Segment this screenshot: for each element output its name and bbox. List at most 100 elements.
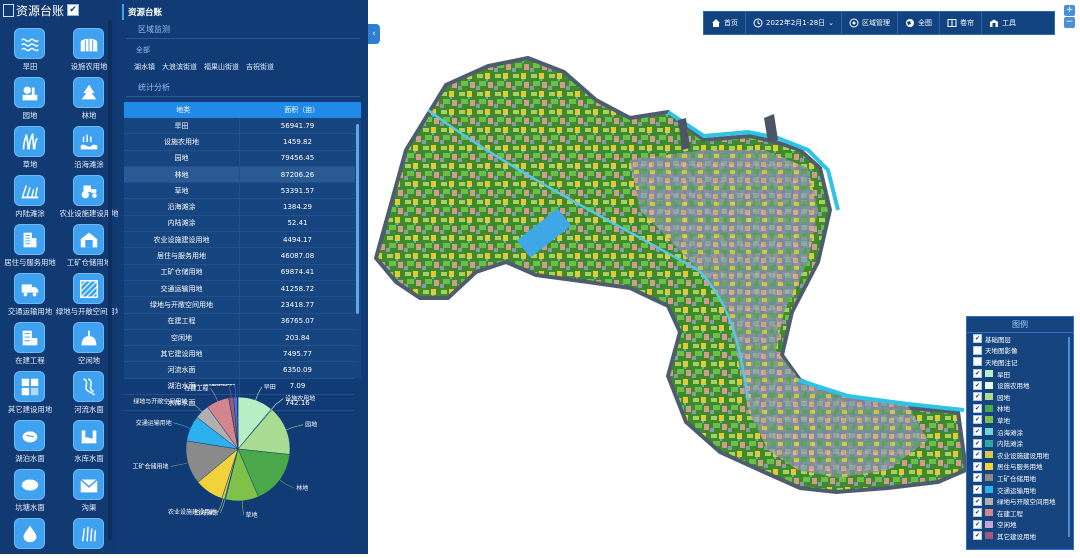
legend-item[interactable]: ✔园地 [967,391,1073,403]
legend-checkbox[interactable]: ✔ [973,404,982,413]
select-all-checkbox[interactable]: ✔ [67,4,79,16]
table-row[interactable]: 其它建设用地7495.77 [124,346,355,362]
legend-item[interactable]: ✔ 沿海滩涂 [967,426,1073,438]
legend-checkbox[interactable]: ✔ [973,508,982,517]
pie-slice-label: 工矿仓储用地 [132,462,168,470]
panel-title: 资源台账 [122,4,368,20]
toolbar-tools-button[interactable]: 工具 [982,12,1023,34]
legend-item[interactable]: ✔在建工程 [967,507,1073,519]
home-icon [711,18,721,28]
legend-checkbox[interactable]: ✔ [973,369,982,378]
table-scrollbar[interactable] [356,124,359,314]
legend-item[interactable]: ✔林地 [967,403,1073,415]
legend-item[interactable]: ✔设施农用地 [967,379,1073,391]
category-item[interactable]: 内陆滩涂 [0,175,59,224]
table-row[interactable]: 工矿仓储用地69874.41 [124,265,355,281]
forest-icon [78,82,100,104]
zoom-out-button[interactable]: − [1064,17,1075,28]
table-row[interactable]: 林地87206.26 [124,167,355,183]
category-item[interactable]: 交通运输用地 [0,273,59,322]
legend-label: 天地图注记 [985,357,1018,367]
table-row[interactable]: 空闲地203.84 [124,330,355,346]
toolbar-date-picker[interactable]: 2022年2月1-28日 ⌄ [746,12,842,34]
street-item[interactable]: 湖水镇 [134,62,155,72]
legend-item[interactable]: ✔旱田 [967,368,1073,380]
legend-label: 沿海滩涂 [997,427,1023,437]
table-row[interactable]: 居住与服务用地46087.08 [124,248,355,264]
icon-panel-scrollbar[interactable] [108,20,112,540]
toolbar-swipe-button[interactable]: 卷帘 [940,12,982,34]
scope-all-button[interactable]: 全部 [136,45,368,55]
category-item[interactable]: 其它建设用地 [0,371,59,420]
stats-section-title: 统计分析 [126,78,360,97]
table-row[interactable]: 绿地与开敞空间用地23418.77 [124,297,355,313]
toolbar-fullmap-button[interactable]: 全图 [898,12,940,34]
legend-item[interactable]: 天地图影像 [967,345,1073,357]
table-row[interactable]: 在建工程36765.07 [124,314,355,330]
category-item[interactable] [0,518,59,554]
legend-item[interactable]: ✔绿地与开敞空间用地 [967,495,1073,507]
table-row[interactable]: 园地79456.45 [124,151,355,167]
street-item[interactable]: 大浪滨街道 [162,62,197,72]
legend-checkbox[interactable] [973,357,982,366]
table-row[interactable]: 交通运输用地41258.72 [124,281,355,297]
category-item[interactable]: 坑塘水面 [0,469,59,518]
cell-land-type: 园地 [124,151,240,166]
cell-land-type: 工矿仓储用地 [124,265,240,280]
table-row[interactable]: 草地53391.57 [124,183,355,199]
street-item[interactable]: 福果山街道 [204,62,239,72]
legend-checkbox[interactable]: ✔ [973,415,982,424]
legend-label: 空闲地 [997,519,1017,529]
blocks-icon [19,376,41,398]
legend-scrollbar[interactable] [1068,337,1070,537]
category-item[interactable]: 旱田 [0,28,59,77]
legend-item[interactable]: ✔草地 [967,414,1073,426]
pie-leader-line [272,399,284,410]
legend-item[interactable]: ✔ 工矿仓储用地 [967,472,1073,484]
legend-checkbox[interactable]: ✔ [973,497,982,506]
legend-item[interactable]: 天地图注记 [967,356,1073,368]
legend-checkbox[interactable]: ✔ [973,485,982,494]
category-item[interactable]: 草地 [0,126,59,175]
legend-checkbox[interactable]: ✔ [973,473,982,482]
table-row[interactable]: 河流水面6350.09 [124,362,355,378]
street-item[interactable]: 吉祝街道 [246,62,274,72]
category-item[interactable]: 园地 [0,77,59,126]
category-item[interactable]: 居住与服务用地 [0,224,59,273]
legend-checkbox[interactable]: ✔ [973,450,982,459]
legend-checkbox[interactable]: ✔ [973,427,982,436]
legend-item[interactable]: ✔居住与服务用地 [967,461,1073,473]
legend-item[interactable]: ✔基础图层 [967,333,1073,345]
category-item[interactable]: 在建工程 [0,322,59,371]
legend-item[interactable]: ✔其它建设用地 [967,530,1073,542]
category-item[interactable]: 湖泊水面 [0,420,59,469]
legend-item[interactable]: ✔农业设施建设用地 [967,449,1073,461]
table-row[interactable]: 内陆滩涂52.41 [124,216,355,232]
zoom-in-button[interactable]: + [1064,5,1075,16]
legend-item[interactable]: ✔ 空闲地 [967,519,1073,531]
legend-label: 工矿仓储用地 [997,473,1036,483]
toolbar-region-button[interactable]: 区域管理 [842,12,898,34]
legend-item[interactable]: ✔交通运输用地 [967,484,1073,496]
legend-checkbox[interactable]: ✔ [973,531,982,540]
legend-checkbox[interactable]: ✔ [973,392,982,401]
legend-checkbox[interactable]: ✔ [973,381,982,390]
toolbar-home-button[interactable]: 首页 [704,12,746,34]
legend-swatch [985,451,993,458]
category-icon-panel: 资源台账 ✔ 旱田设施农用地园地林地草地沿海滩涂内陆滩涂农业设施建设用地居住与服… [0,0,119,554]
table-row[interactable]: 旱田56941.79 [124,118,355,134]
table-row[interactable]: 农业设施建设用地4494.17 [124,232,355,248]
legend-swatch [985,498,993,505]
table-row[interactable]: 设施农用地1459.82 [124,134,355,150]
toolbar-fullmap-label: 全图 [918,18,932,28]
legend-checkbox[interactable]: ✔ [973,334,982,343]
table-row[interactable]: 沿海滩涂1384.29 [124,199,355,215]
legend-swatch [985,521,993,528]
legend-checkbox[interactable]: ✔ [973,439,982,448]
legend-checkbox[interactable]: ✔ [973,462,982,471]
pie-leader-line [174,423,191,429]
legend-checkbox[interactable]: ✔ [973,520,982,529]
cell-area: 69874.41 [240,265,355,280]
legend-checkbox[interactable] [973,346,982,355]
legend-item[interactable]: ✔内陆滩涂 [967,437,1073,449]
